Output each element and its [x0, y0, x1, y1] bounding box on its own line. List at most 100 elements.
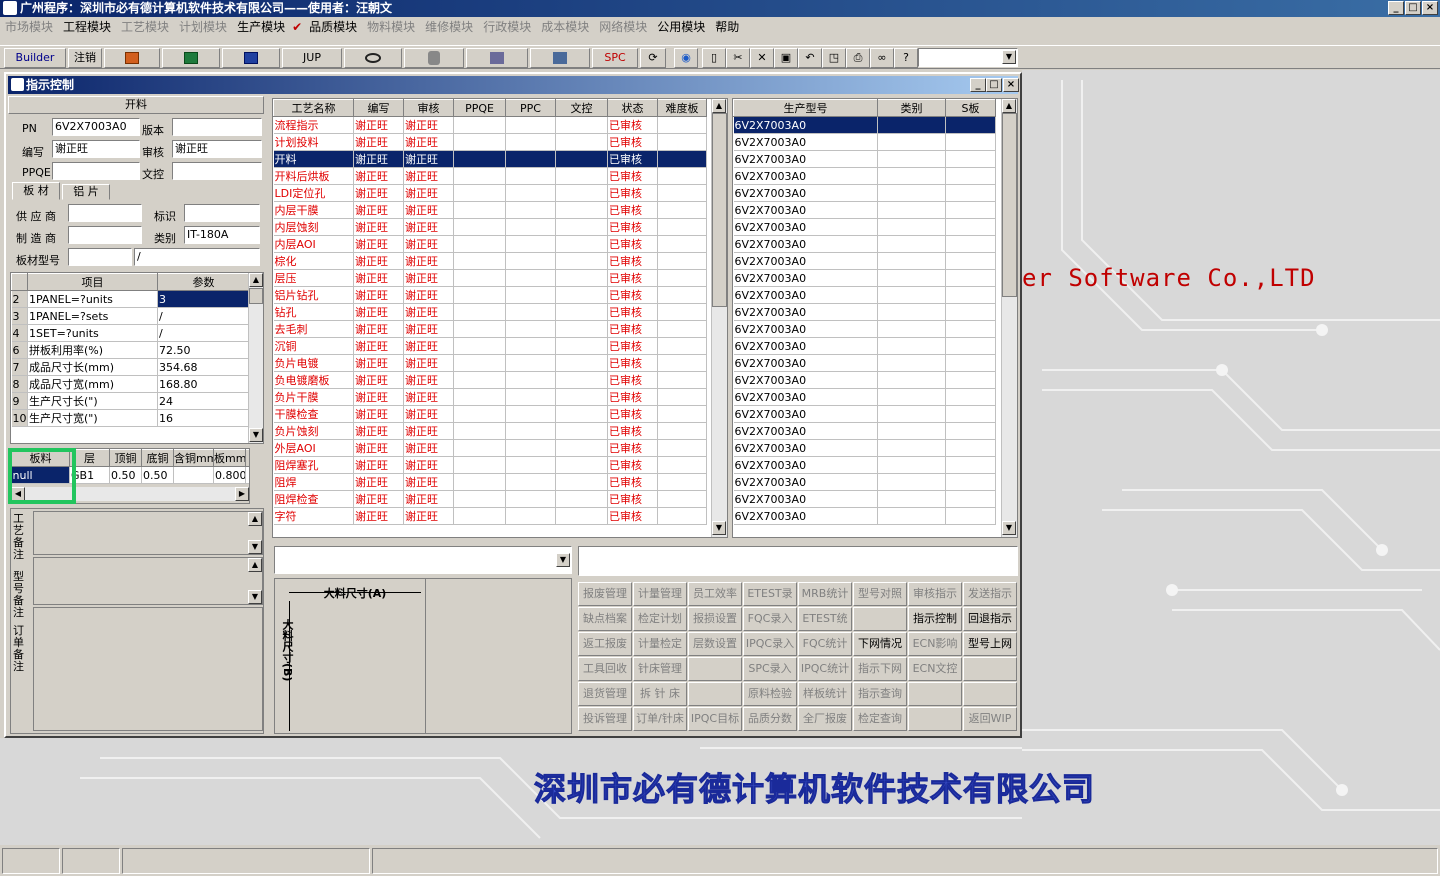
models-row[interactable]: 6V2X7003A0 [733, 303, 996, 321]
process-header[interactable]: 工艺名称 [273, 99, 354, 117]
jup-button[interactable]: JUP [282, 48, 342, 68]
function-button[interactable]: 报损设置 [688, 607, 742, 631]
process-row[interactable]: 内层AOI 谢正旺 谢正旺 已审核 [273, 235, 707, 253]
function-button[interactable]: 拆 针 床 [633, 682, 687, 706]
process-row[interactable]: 沉铜 谢正旺 谢正旺 已审核 [273, 337, 707, 355]
function-button[interactable]: 返工报废 [578, 632, 632, 656]
new-button[interactable]: ▯ [702, 48, 726, 68]
menu-item-7[interactable]: 维修模块 [420, 17, 478, 37]
board-model-field[interactable] [68, 248, 132, 266]
models-row[interactable]: 6V2X7003A0 [733, 252, 996, 270]
models-scrollbar[interactable]: ▲ ▼ [1001, 99, 1017, 537]
process-row[interactable]: 开料 谢正旺 谢正旺 已审核 [273, 150, 707, 168]
scroll-down-icon[interactable]: ▼ [248, 590, 262, 604]
function-button[interactable]: ECN文控 [908, 657, 962, 681]
process-note-field[interactable]: ▲ ▼ [33, 511, 263, 555]
reviewer-field[interactable]: 谢正旺 [172, 140, 262, 158]
process-header[interactable]: 文控 [555, 99, 608, 117]
function-button[interactable] [963, 682, 1017, 706]
scroll-down-icon[interactable]: ▼ [249, 428, 263, 442]
process-header[interactable]: PPQE [453, 99, 506, 117]
scroll-up-icon[interactable]: ▲ [249, 273, 263, 287]
refresh-button[interactable]: ⟳ [640, 48, 666, 68]
maximize-button[interactable]: □ [1405, 1, 1421, 15]
process-row[interactable]: 字符 谢正旺 谢正旺 已审核 [273, 507, 707, 525]
database-button[interactable] [404, 48, 464, 68]
process-row[interactable]: 棕化 谢正旺 谢正旺 已审核 [273, 252, 707, 270]
minimize-button[interactable]: _ [1388, 1, 1404, 15]
scroll-thumb[interactable] [1002, 113, 1017, 297]
models-header[interactable]: 类别 [877, 99, 946, 117]
models-row[interactable]: 6V2X7003A0 [733, 150, 996, 168]
models-row[interactable]: 6V2X7003A0 [733, 490, 996, 508]
models-row[interactable]: 6V2X7003A0 [733, 269, 996, 287]
params-row[interactable]: 8 成品尺寸宽(mm) 168.80 [11, 375, 250, 393]
editor-field[interactable]: 谢正旺 [52, 140, 140, 158]
excel-button[interactable] [162, 48, 220, 68]
process-row[interactable]: 外层AOI 谢正旺 谢正旺 已审核 [273, 439, 707, 457]
process-row[interactable]: 负片蚀刻 谢正旺 谢正旺 已审核 [273, 422, 707, 440]
function-button[interactable]: MRB统计 [798, 582, 852, 606]
models-row[interactable]: 6V2X7003A0 [733, 473, 996, 491]
params-row[interactable]: 7 成品尺寸长(mm) 354.68 [11, 358, 250, 376]
models-row[interactable]: 6V2X7003A0 [733, 218, 996, 236]
menu-item-8[interactable]: 行政模块 [478, 17, 536, 37]
powerpoint-button[interactable] [104, 48, 160, 68]
scroll-right-icon[interactable]: ▶ [235, 487, 249, 501]
function-button[interactable]: 针床管理 [633, 657, 687, 681]
function-button[interactable]: 全厂报废 [798, 707, 852, 731]
function-button[interactable]: 订单/针床 [633, 707, 687, 731]
models-row[interactable]: 6V2X7003A0 [733, 184, 996, 202]
function-button[interactable]: 发送指示 [963, 582, 1017, 606]
chevron-down-icon[interactable]: ▼ [1002, 50, 1016, 64]
function-button[interactable]: 指示查询 [853, 682, 907, 706]
process-row[interactable]: 钻孔 谢正旺 谢正旺 已审核 [273, 303, 707, 321]
process-header[interactable]: 编写 [353, 99, 404, 117]
menu-item-3[interactable]: 计划模块 [174, 17, 232, 37]
params-row[interactable]: 2 1PANEL=?units 3 [11, 290, 250, 308]
process-row[interactable]: 阻焊塞孔 谢正旺 谢正旺 已审核 [273, 456, 707, 474]
function-button[interactable]: 下网情况 [853, 632, 907, 656]
save-button[interactable]: ▣ [774, 48, 798, 68]
params-grid[interactable]: 项目 参数 2 1PANEL=?units 3 3 1PANEL=?sets/4 1SET=… [10, 272, 264, 444]
supplier-field[interactable] [68, 204, 142, 222]
help-button[interactable]: ? [894, 48, 918, 68]
word-button[interactable] [222, 48, 280, 68]
function-button[interactable] [853, 607, 907, 631]
scroll-thumb[interactable] [712, 113, 727, 307]
function-button[interactable]: FQC统计 [798, 632, 852, 656]
function-button[interactable]: ETEST录入 [743, 582, 797, 622]
process-row[interactable]: 负片干膜 谢正旺 谢正旺 已审核 [273, 388, 707, 406]
scroll-down-icon[interactable]: ▼ [712, 521, 726, 535]
process-row[interactable]: 内层干膜 谢正旺 谢正旺 已审核 [273, 201, 707, 219]
scroll-down-icon[interactable]: ▼ [248, 540, 262, 554]
function-button[interactable]: ETEST统计 [798, 607, 852, 647]
delete-button[interactable]: ✕ [750, 48, 774, 68]
menu-item-2[interactable]: 工艺模块 [116, 17, 174, 37]
function-button[interactable]: 缺点档案 [578, 607, 632, 631]
tab-aluminum-sheet[interactable]: 铝 片 [62, 184, 110, 200]
params-row[interactable]: 10 生产尺寸宽(") 16 [11, 409, 250, 427]
function-button[interactable] [688, 682, 742, 706]
logout-button[interactable]: 注销 [68, 48, 102, 68]
info-field[interactable] [578, 546, 1018, 576]
models-row[interactable]: 6V2X7003A0 [733, 337, 996, 355]
version-field[interactable] [172, 118, 262, 136]
maker-field[interactable] [68, 226, 142, 244]
board-model-field-2[interactable]: / [134, 248, 260, 266]
process-row[interactable]: 铝片钻孔 谢正旺 谢正旺 已审核 [273, 286, 707, 304]
models-row[interactable]: 6V2X7003A0 [733, 439, 996, 457]
process-scrollbar[interactable]: ▲ ▼ [711, 99, 727, 537]
process-row[interactable]: 阻焊检查 谢正旺 谢正旺 已审核 [273, 490, 707, 508]
process-header[interactable]: 审核 [403, 99, 454, 117]
function-button[interactable] [908, 707, 962, 731]
menu-item-4[interactable]: 生产模块 [232, 17, 290, 37]
function-button[interactable]: 工具回收 [578, 657, 632, 681]
category-field[interactable]: IT-180A [184, 226, 260, 244]
board-cell[interactable] [245, 466, 249, 484]
close-button[interactable]: × [1422, 1, 1438, 15]
process-row[interactable]: 计划投料 谢正旺 谢正旺 已审核 [273, 133, 707, 151]
models-row[interactable]: 6V2X7003A0 [733, 167, 996, 185]
pn-field[interactable]: 6V2X7003A0 [52, 118, 140, 136]
scroll-down-icon[interactable]: ▼ [1002, 521, 1016, 535]
